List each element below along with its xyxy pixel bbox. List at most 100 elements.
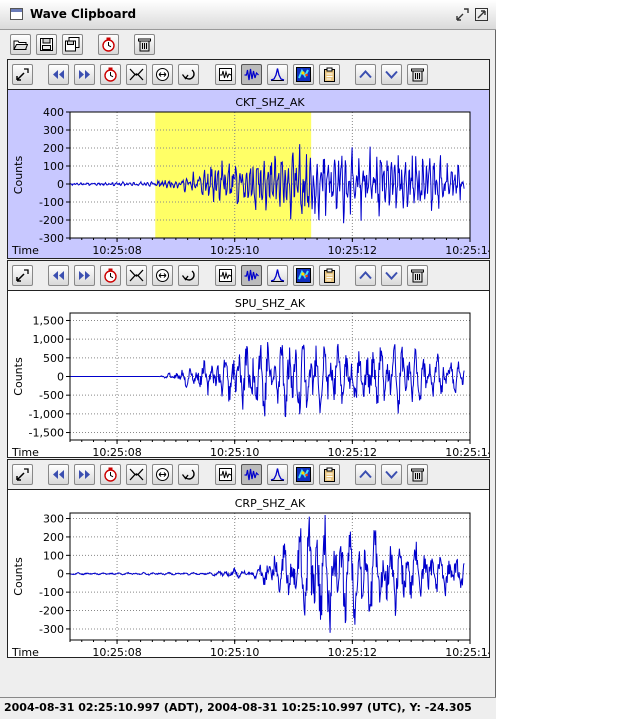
back-button[interactable] [178,464,199,485]
zoom-in-button[interactable] [126,64,147,85]
spectrogram-icon [296,268,311,283]
wave-chart[interactable]: CKT_SHZ_AK -300 -200 -100 0 100 200 300 400 10:25… [8,90,489,258]
spectrogram-icon [296,67,311,82]
copy-button[interactable] [319,64,340,85]
waveform-view-button[interactable] [241,64,262,85]
spectra-view-button[interactable] [267,464,288,485]
move-up-button[interactable] [355,64,376,85]
sync-all-button[interactable] [98,34,119,55]
wave-settings-button[interactable] [215,64,236,85]
wave-settings-button[interactable] [215,265,236,286]
wave-plot[interactable]: CKT_SHZ_AK -300 -200 -100 0 100 200 300 400 10:25… [8,90,489,258]
wave-panel-crp-shz-ak[interactable]: CRP_SHZ_AK -300 -200 -100 0 100 200 300 10:25:08… [7,459,490,658]
y-tick-label: 100 [43,160,64,173]
scroll-left-button[interactable] [48,265,69,286]
remove-all-button[interactable] [134,34,155,55]
scroll-left-icon [53,470,64,479]
minimize-panel-button[interactable] [12,64,33,85]
remove-button[interactable] [407,265,428,286]
clipboard-icon [324,467,335,482]
y-tick-label: 500 [43,352,64,365]
sync-button[interactable] [100,64,121,85]
remove-button[interactable] [407,64,428,85]
scroll-right-button[interactable] [74,64,95,85]
window-icon [10,8,23,20]
x-axis-label: Time [11,646,39,657]
x-tick-label: 10:25:10 [210,244,259,257]
wave-panel-spu-shz-ak[interactable]: SPU_SHZ_AK -1,500 -1,000 -500 0 500 1,000 1,500… [7,260,490,458]
x-tick-label: 10:25:08 [92,244,141,257]
zoom-out-button[interactable] [152,464,173,485]
y-tick-label: -300 [39,232,64,245]
zoom-out-button[interactable] [152,265,173,286]
y-tick-label: -100 [39,196,64,209]
copy-button[interactable] [319,265,340,286]
wave-panel-ckt-shz-ak[interactable]: CKT_SHZ_AK -300 -200 -100 0 100 200 300 400 10:25… [7,59,490,259]
clipboard-icon [324,67,335,82]
zoom-out-icon [156,468,169,481]
move-down-button[interactable] [381,464,402,485]
restore-window-icon[interactable] [455,7,470,22]
minimize-panel-icon [16,68,29,81]
main-toolbar [0,30,496,58]
spectrogram-view-button[interactable] [293,265,314,286]
save-button[interactable] [36,34,57,55]
waveform-view-button[interactable] [241,464,262,485]
move-down-button[interactable] [381,64,402,85]
waveform-icon [244,68,259,81]
move-up-button[interactable] [355,464,376,485]
minimize-panel-button[interactable] [12,265,33,286]
delete-icon [411,468,424,482]
move-down-button[interactable] [381,265,402,286]
back-button[interactable] [178,64,199,85]
open-button[interactable] [10,34,31,55]
spectra-icon [270,269,285,282]
zoom-in-icon [129,468,144,481]
y-axis-label: Counts [12,357,25,396]
remove-button[interactable] [407,464,428,485]
spectrogram-view-button[interactable] [293,464,314,485]
x-tick-label: 10:25:08 [92,446,141,457]
spectra-view-button[interactable] [267,265,288,286]
x-tick-label: 10:25:08 [92,646,141,657]
save-all-button[interactable] [62,34,83,55]
delete-icon [411,68,424,82]
y-tick-label: 1,500 [33,314,65,327]
x-tick-label: 10:25:12 [328,646,377,657]
delete-icon [411,269,424,283]
zoom-in-button[interactable] [126,265,147,286]
back-button[interactable] [178,265,199,286]
wave-chart[interactable]: SPU_SHZ_AK -1,500 -1,000 -500 0 500 1,000 1,500… [8,291,489,457]
move-up-icon [359,70,372,79]
zoom-in-icon [129,68,144,81]
zoom-out-icon [156,68,169,81]
scroll-left-button[interactable] [48,64,69,85]
sync-button[interactable] [100,265,121,286]
title-bar[interactable]: Wave Clipboard [0,0,496,30]
y-axis-label: Counts [12,557,25,596]
waveform-view-button[interactable] [241,265,262,286]
sync-button[interactable] [100,464,121,485]
wave-chart[interactable]: CRP_SHZ_AK -300 -200 -100 0 100 200 300 10:25:08… [8,490,489,657]
waveform-icon [244,468,259,481]
wave-plot[interactable]: CRP_SHZ_AK -300 -200 -100 0 100 200 300 10:25:08… [8,490,489,657]
wave-settings-button[interactable] [215,464,236,485]
zoom-out-button[interactable] [152,64,173,85]
status-bar: 2004-08-31 02:25:10.997 (ADT), 2004-08-3… [0,697,496,719]
spectrogram-view-button[interactable] [293,64,314,85]
scroll-right-button[interactable] [74,464,95,485]
maximize-window-icon[interactable] [474,7,489,22]
save-all-icon [65,37,80,52]
scroll-right-button[interactable] [74,265,95,286]
scroll-left-button[interactable] [48,464,69,485]
wave-plot[interactable]: SPU_SHZ_AK -1,500 -1,000 -500 0 500 1,000 1,500… [8,291,489,457]
spectra-view-button[interactable] [267,64,288,85]
window-title: Wave Clipboard [30,7,137,21]
zoom-in-button[interactable] [126,464,147,485]
copy-button[interactable] [319,464,340,485]
y-tick-label: -100 [39,586,64,599]
minimize-panel-button[interactable] [12,464,33,485]
save-icon [40,38,53,51]
delete-all-icon [138,38,151,52]
move-up-button[interactable] [355,265,376,286]
